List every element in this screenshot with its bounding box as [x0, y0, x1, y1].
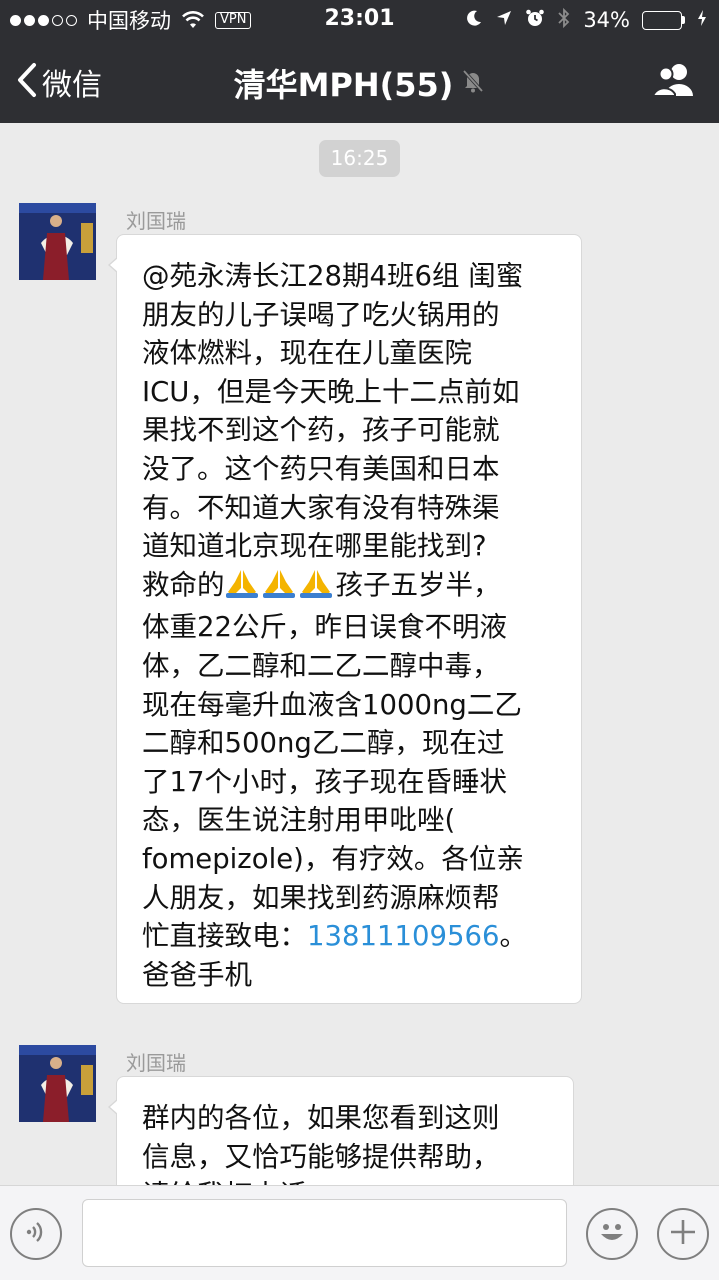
- bluetooth-icon: [557, 7, 571, 34]
- message-text: 。: [499, 920, 527, 953]
- message-line: 没了。这个药只有美国和日本: [142, 452, 500, 485]
- message-line: 二醇和500ng乙二醇，现在过: [142, 727, 505, 760]
- timestamp-badge: 16:25: [319, 140, 400, 177]
- message-line: 信息，又恰巧能够提供帮助，: [142, 1140, 500, 1173]
- voice-button[interactable]: [10, 1208, 62, 1260]
- alarm-clock-icon: [525, 8, 545, 33]
- emoji-button[interactable]: [586, 1208, 638, 1260]
- muted-bell-icon: [461, 64, 485, 102]
- chat-title: 清华MPH(55): [233, 66, 454, 104]
- message-text: 救命的: [142, 568, 225, 601]
- message-line: 有。不知道大家有没有特殊渠: [142, 491, 500, 524]
- avatar[interactable]: [19, 203, 96, 280]
- battery-icon: [642, 10, 685, 30]
- message-line: fomepizole)，有疗效。各位亲: [142, 842, 524, 875]
- group-members-button[interactable]: [651, 62, 697, 102]
- avatar[interactable]: [19, 1045, 96, 1122]
- navigation-bar: 微信 清华MPH(55): [0, 40, 719, 123]
- message-text: 忙直接致电：: [142, 920, 307, 953]
- emoji-icon: [592, 1212, 632, 1256]
- message-line: 体重22公斤，昨日误食不明液: [142, 611, 507, 644]
- status-bar: 中国移动 VPN 23:01 34%: [0, 0, 719, 40]
- location-arrow-icon: [495, 8, 513, 32]
- folded-hands-emoji-icon: [262, 568, 299, 609]
- message-bubble[interactable]: 群内的各位，如果您看到这则 信息，又恰巧能够提供帮助， 请给我打电话: [108, 1076, 574, 1185]
- voice-icon: [22, 1218, 50, 1250]
- input-bar: [0, 1185, 719, 1280]
- message-line: 果找不到这个药，孩子可能就: [142, 414, 500, 447]
- group-members-icon: [651, 64, 697, 102]
- chat-messages[interactable]: 16:25 刘国瑞 @苑永涛长江28期4班6组 闺蜜 朋友的儿子误喝了吃火锅用的…: [0, 123, 719, 1185]
- message-line: 现在每毫升血液含1000ng二乙: [142, 688, 522, 721]
- message-line: 液体燃料，现在在儿童医院: [142, 337, 472, 370]
- message-line: ICU，但是今天晚上十二点前如: [142, 375, 520, 408]
- message-line: 群内的各位，如果您看到这则: [142, 1102, 500, 1134]
- phone-number-link[interactable]: 13811109566: [307, 920, 499, 952]
- folded-hands-emoji-icon: [299, 568, 336, 609]
- folded-hands-emoji-icon: [225, 568, 262, 609]
- message-line: 请给我打电话: [142, 1176, 551, 1185]
- message-line: 态，医生说注射用甲吡唑(: [142, 804, 456, 837]
- more-options-button[interactable]: [657, 1208, 709, 1260]
- message-line: 爸爸手机: [142, 958, 252, 991]
- sender-name: 刘国瑞: [126, 1051, 186, 1075]
- message-line: 朋友的儿子误喝了吃火锅用的: [142, 298, 500, 331]
- message-line-with-phone: 忙直接致电：13811109566。: [142, 917, 559, 956]
- message-bubble[interactable]: @苑永涛长江28期4班6组 闺蜜 朋友的儿子误喝了吃火锅用的 液体燃料，现在在儿…: [108, 234, 582, 1004]
- sender-name: 刘国瑞: [126, 209, 186, 233]
- moon-icon: [465, 8, 483, 32]
- message-line: 人朋友，如果找到药源麻烦帮: [142, 881, 500, 914]
- message-line: 了17个小时，孩子现在昏睡状: [142, 765, 507, 798]
- message-text: 孩子五岁半，: [335, 568, 501, 601]
- battery-percent: 34%: [583, 8, 630, 32]
- message-line-with-emoji: 救命的 孩子五岁半，: [142, 566, 559, 609]
- message-line: @苑永涛长江28期4班6组 闺蜜: [142, 260, 524, 292]
- message-line: 体，乙二醇和二乙二醇中毒，: [142, 649, 500, 682]
- plus-icon: [668, 1217, 698, 1251]
- message-line: 道知道北京现在哪里能找到?: [142, 530, 487, 563]
- charging-bolt-icon: [697, 8, 707, 32]
- message-input[interactable]: [82, 1199, 567, 1267]
